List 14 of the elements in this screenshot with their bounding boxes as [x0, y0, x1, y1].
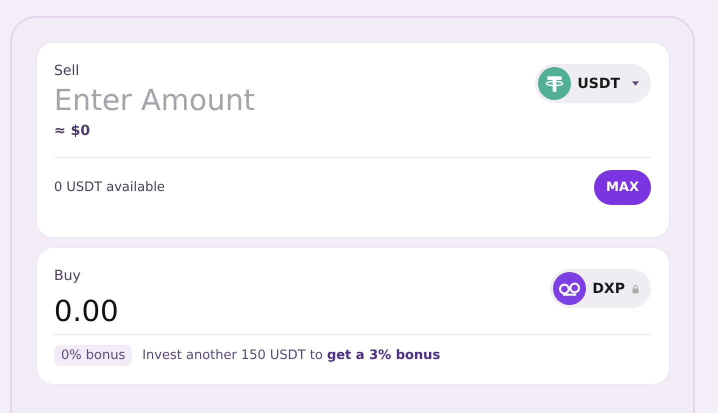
token-logo-icon — [553, 272, 586, 305]
lock-icon — [632, 284, 639, 294]
buy-amount: 0.00 — [54, 294, 119, 328]
tether-coin-icon — [538, 67, 572, 100]
bonus-message: Invest another 150 USDT to get a 3% bonus — [142, 348, 440, 363]
caret-icon — [632, 81, 639, 86]
token-selector[interactable]: USDT — [535, 64, 651, 103]
bonus-badge: 0% bonus — [54, 345, 132, 366]
sell-label: Sell — [54, 63, 80, 79]
token-selector[interactable]: DXP — [550, 269, 651, 308]
max-button[interactable]: MAX — [594, 170, 651, 205]
usd-value: ≈ $0 — [54, 123, 92, 139]
available-balance: 0 USDT available — [54, 180, 165, 195]
buy-label: Buy — [54, 268, 82, 284]
